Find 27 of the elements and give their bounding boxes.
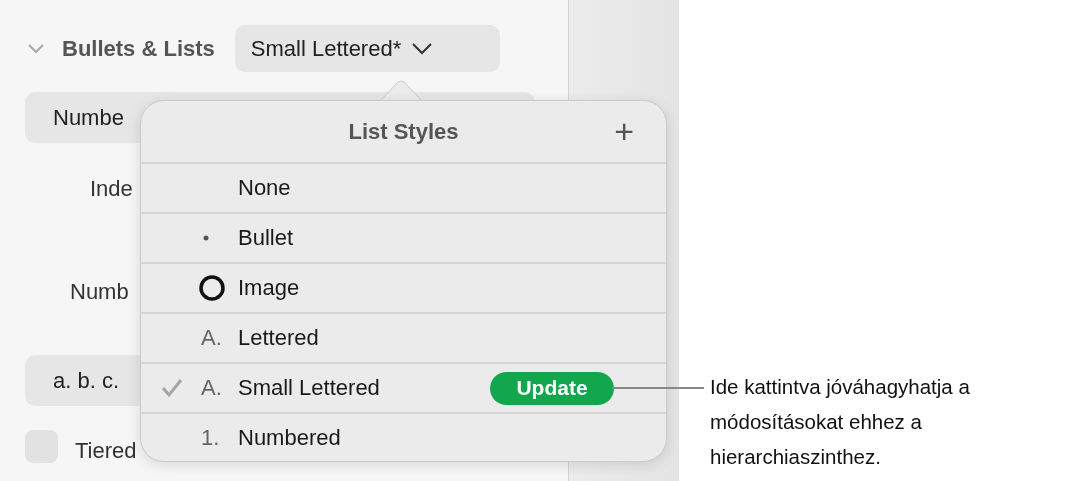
list-style-label: Bullet <box>238 225 294 251</box>
bullet-icon <box>203 235 209 241</box>
list-style-label: Lettered <box>238 325 319 351</box>
list-marker: A. <box>201 375 222 401</box>
circle-icon <box>197 273 227 303</box>
list-style-item[interactable]: 1. Numbered <box>141 414 666 461</box>
list-style-item[interactable]: Bullet <box>141 214 666 264</box>
list-style-item[interactable]: A. Small Lettered Update <box>141 364 666 414</box>
number-label: Numb <box>70 279 129 305</box>
list-style-item[interactable]: A. Lettered <box>141 314 666 364</box>
list-style-item[interactable]: None <box>141 164 666 214</box>
add-button[interactable]: + <box>614 114 634 148</box>
checkbox-label: Tiered <box>75 438 137 464</box>
chevron-icon <box>411 42 434 55</box>
list-marker: A. <box>201 325 222 351</box>
section-title: Bullets & Lists <box>62 35 215 62</box>
indent-label: Inde <box>90 176 133 202</box>
chevron-icon[interactable] <box>27 42 45 55</box>
callout-text: Ide kattintva jóváhagyhatja a módosításokat ehhez a hierarchiaszinthez. <box>710 374 971 470</box>
list-style-dropdown[interactable]: Small Lettered* <box>234 25 500 72</box>
list-style-label: None <box>238 175 291 201</box>
popover-title: List Styles <box>348 118 459 145</box>
list-style-label: Small Lettered <box>238 375 380 401</box>
list-style-label: Numbered <box>238 425 341 451</box>
list-style-label: Image <box>238 275 300 301</box>
list-style-item[interactable]: Image <box>141 264 666 314</box>
list-marker: 1. <box>201 425 220 451</box>
